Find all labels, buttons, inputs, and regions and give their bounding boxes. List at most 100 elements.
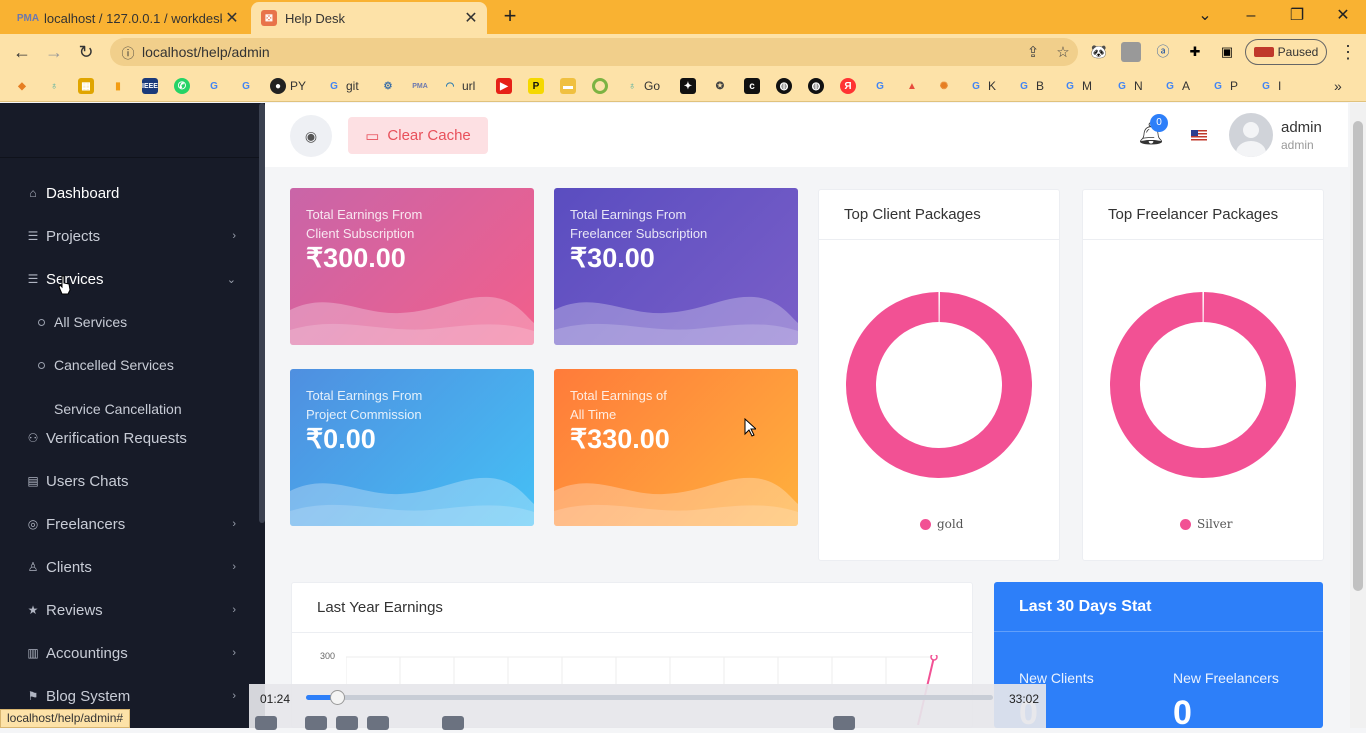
bookmark-google-b[interactable]: GB (1016, 76, 1044, 96)
bookmark-google-n[interactable]: GN (1114, 76, 1143, 96)
bookmark-globe-icon[interactable]: ◍ (808, 76, 828, 96)
extension-panda-icon[interactable]: 🐼 (1089, 42, 1109, 62)
chevron-down-icon: ⌄ (226, 273, 236, 286)
bookmark-google-i[interactable]: GI (1258, 76, 1281, 96)
chevron-right-icon: › (232, 604, 236, 616)
browser-tab-helpdesk[interactable]: ⊠ Help Desk ✕ (251, 2, 487, 34)
bookmark-circle-icon[interactable] (592, 76, 612, 96)
bookmark-google-icon[interactable]: G (872, 76, 892, 96)
bookmark-black-icon[interactable]: ✦ (680, 76, 700, 96)
sidebar-toggle-icon[interactable]: ▣ (1217, 42, 1237, 62)
star-icon: ★ (27, 603, 39, 617)
bookmark-folder-icon[interactable]: ▬ (560, 76, 580, 96)
sidebar-subitem-all-services[interactable]: All Services (38, 307, 127, 337)
sidebar-item-services[interactable]: ☰ Services ⌄ (0, 259, 258, 299)
bookmark-chart-icon[interactable]: ▮ (110, 76, 130, 96)
bookmark-app-icon[interactable]: ▦ (78, 76, 98, 96)
bookmark-yandex-icon[interactable]: Я (840, 76, 860, 96)
sidebar-item-verification-requests[interactable]: ⚇ Verification Requests (0, 418, 258, 458)
us-flag-icon[interactable] (1191, 130, 1207, 141)
donut-slice-silver[interactable] (1110, 292, 1296, 478)
main-scrollbar[interactable] (1350, 103, 1366, 728)
close-window-button[interactable]: ✕ (1328, 4, 1358, 28)
bookmark-google-icon[interactable]: G (206, 76, 226, 96)
seek-handle[interactable] (330, 690, 346, 705)
browser-tabstrip: PMA localhost / 127.0.0.1 / workdesk / ✕… (0, 0, 1366, 34)
bookmark-youtube-icon[interactable]: ▶ (496, 76, 516, 96)
close-tab-icon[interactable]: ✕ (461, 8, 481, 28)
panel-top-freelancer-packages: Top Freelancer Packages Silver (1082, 189, 1324, 561)
extension-a-icon[interactable]: ⓐ (1153, 42, 1173, 62)
tab-search-icon[interactable]: ⌄ (1190, 4, 1220, 28)
reload-icon[interactable]: ↻ (74, 40, 98, 64)
sidebar-subitem-cancelled-services[interactable]: Cancelled Services (38, 350, 174, 380)
bookmark-c-icon[interactable]: c (744, 76, 764, 96)
bookmark-ieee-icon[interactable]: IEEE (142, 76, 162, 96)
share-icon[interactable]: ⇪ (1018, 43, 1048, 61)
bookmark-google-a[interactable]: GA (1162, 76, 1190, 96)
bookmark-whatsapp-icon[interactable]: ✆ (174, 76, 194, 96)
bookmark-google-k[interactable]: GK (968, 76, 996, 96)
browser-toolbar: ← → ↻ ⓘ localhost/help/admin ⇪ ☆ 🐼 ⓐ ✚ ▣… (0, 34, 1366, 70)
bookmark-url[interactable]: ◠ url (442, 76, 476, 96)
restore-button[interactable]: ❐ (1282, 4, 1312, 28)
globe-icon[interactable]: ◉ (290, 115, 332, 157)
sidebar-item-dashboard[interactable]: ⌂ Dashboard (0, 173, 258, 213)
bookmark-runner-icon[interactable]: ✪ (712, 76, 732, 96)
scrollbar-thumb[interactable] (1353, 121, 1363, 591)
bookmark-google-icon[interactable]: G (238, 76, 258, 96)
site-info-icon[interactable]: ⓘ (114, 43, 142, 62)
new-freelancers-value: 0 (1173, 694, 1192, 732)
clear-cache-button[interactable]: ▭ Clear Cache (348, 117, 488, 154)
chevron-right-icon: › (232, 561, 236, 573)
sidebar-item-freelancers[interactable]: ◎ Freelancers › (0, 504, 258, 544)
bookmark-google-git[interactable]: Ggit (326, 76, 359, 96)
browser-menu-icon[interactable]: ⋮ (1336, 40, 1360, 64)
extension-image-icon[interactable] (1121, 42, 1141, 62)
sidebar-item-projects[interactable]: ☰ Projects › (0, 216, 258, 256)
y-axis-tick: 300 (320, 651, 336, 661)
arrow-cursor-icon (744, 418, 756, 437)
bookmark-google-p[interactable]: GP (1210, 76, 1238, 96)
bookmark-arrow-icon[interactable]: ◆ (14, 76, 34, 96)
bullet-icon (38, 318, 45, 326)
profile-paused-button[interactable]: Paused (1245, 39, 1327, 65)
panel-title: Last Year Earnings (292, 583, 972, 633)
avatar[interactable] (1229, 113, 1273, 157)
bookmark-google-m[interactable]: GM (1062, 76, 1092, 96)
url-text: localhost/help/admin (142, 44, 270, 60)
new-freelancers-label: New Freelancers (1173, 670, 1279, 686)
back-icon[interactable]: ← (10, 40, 34, 64)
forward-icon[interactable]: → (42, 40, 66, 64)
close-tab-icon[interactable]: ✕ (222, 8, 242, 28)
sidebar-item-accountings[interactable]: ▥ Accountings › (0, 633, 258, 673)
more-bookmarks-icon[interactable]: » (1334, 76, 1342, 96)
new-tab-button[interactable]: + (498, 4, 522, 28)
donut-slice-gold[interactable] (846, 292, 1032, 478)
bookmark-triangle-icon[interactable]: ▲ (904, 76, 924, 96)
bookmark-star-icon[interactable]: ☆ (1048, 43, 1078, 61)
card-wave-decoration (554, 296, 798, 345)
bookmark-tool-icon[interactable]: ⚙ (380, 76, 400, 96)
extensions-puzzle-icon[interactable]: ✚ (1185, 42, 1205, 62)
card-project-commission: Total Earnings From Project Commission ₹0… (290, 369, 534, 526)
card-wave-decoration (554, 477, 798, 526)
card-amount: ₹300.00 (306, 243, 406, 273)
bookmark-globe-icon[interactable]: ◍ (776, 76, 796, 96)
sidebar-item-clients[interactable]: ♙ Clients › (0, 547, 258, 587)
sidebar-item-reviews[interactable]: ★ Reviews › (0, 590, 258, 630)
minimize-button[interactable]: – (1236, 4, 1266, 28)
bookmark-sun-icon[interactable]: ✺ (936, 76, 956, 96)
bookmark-vue-icon[interactable]: ♁ (46, 76, 66, 96)
bookmark-go[interactable]: ♁ Go (624, 76, 660, 96)
bullet-icon (38, 361, 45, 369)
bookmark-github-py[interactable]: ● PY (270, 76, 306, 96)
user-name[interactable]: admin (1281, 119, 1322, 136)
browser-tab-pma[interactable]: PMA localhost / 127.0.0.1 / workdesk / ✕ (8, 2, 248, 34)
seek-bar[interactable] (306, 690, 993, 705)
user-role: admin (1281, 138, 1314, 152)
sidebar-item-users-chats[interactable]: ▤ Users Chats (0, 461, 258, 501)
bookmark-p-icon[interactable]: P (528, 76, 548, 96)
bookmark-pma-icon[interactable]: PMA (412, 76, 432, 96)
address-bar[interactable]: ⓘ localhost/help/admin ⇪ ☆ (110, 38, 1078, 66)
